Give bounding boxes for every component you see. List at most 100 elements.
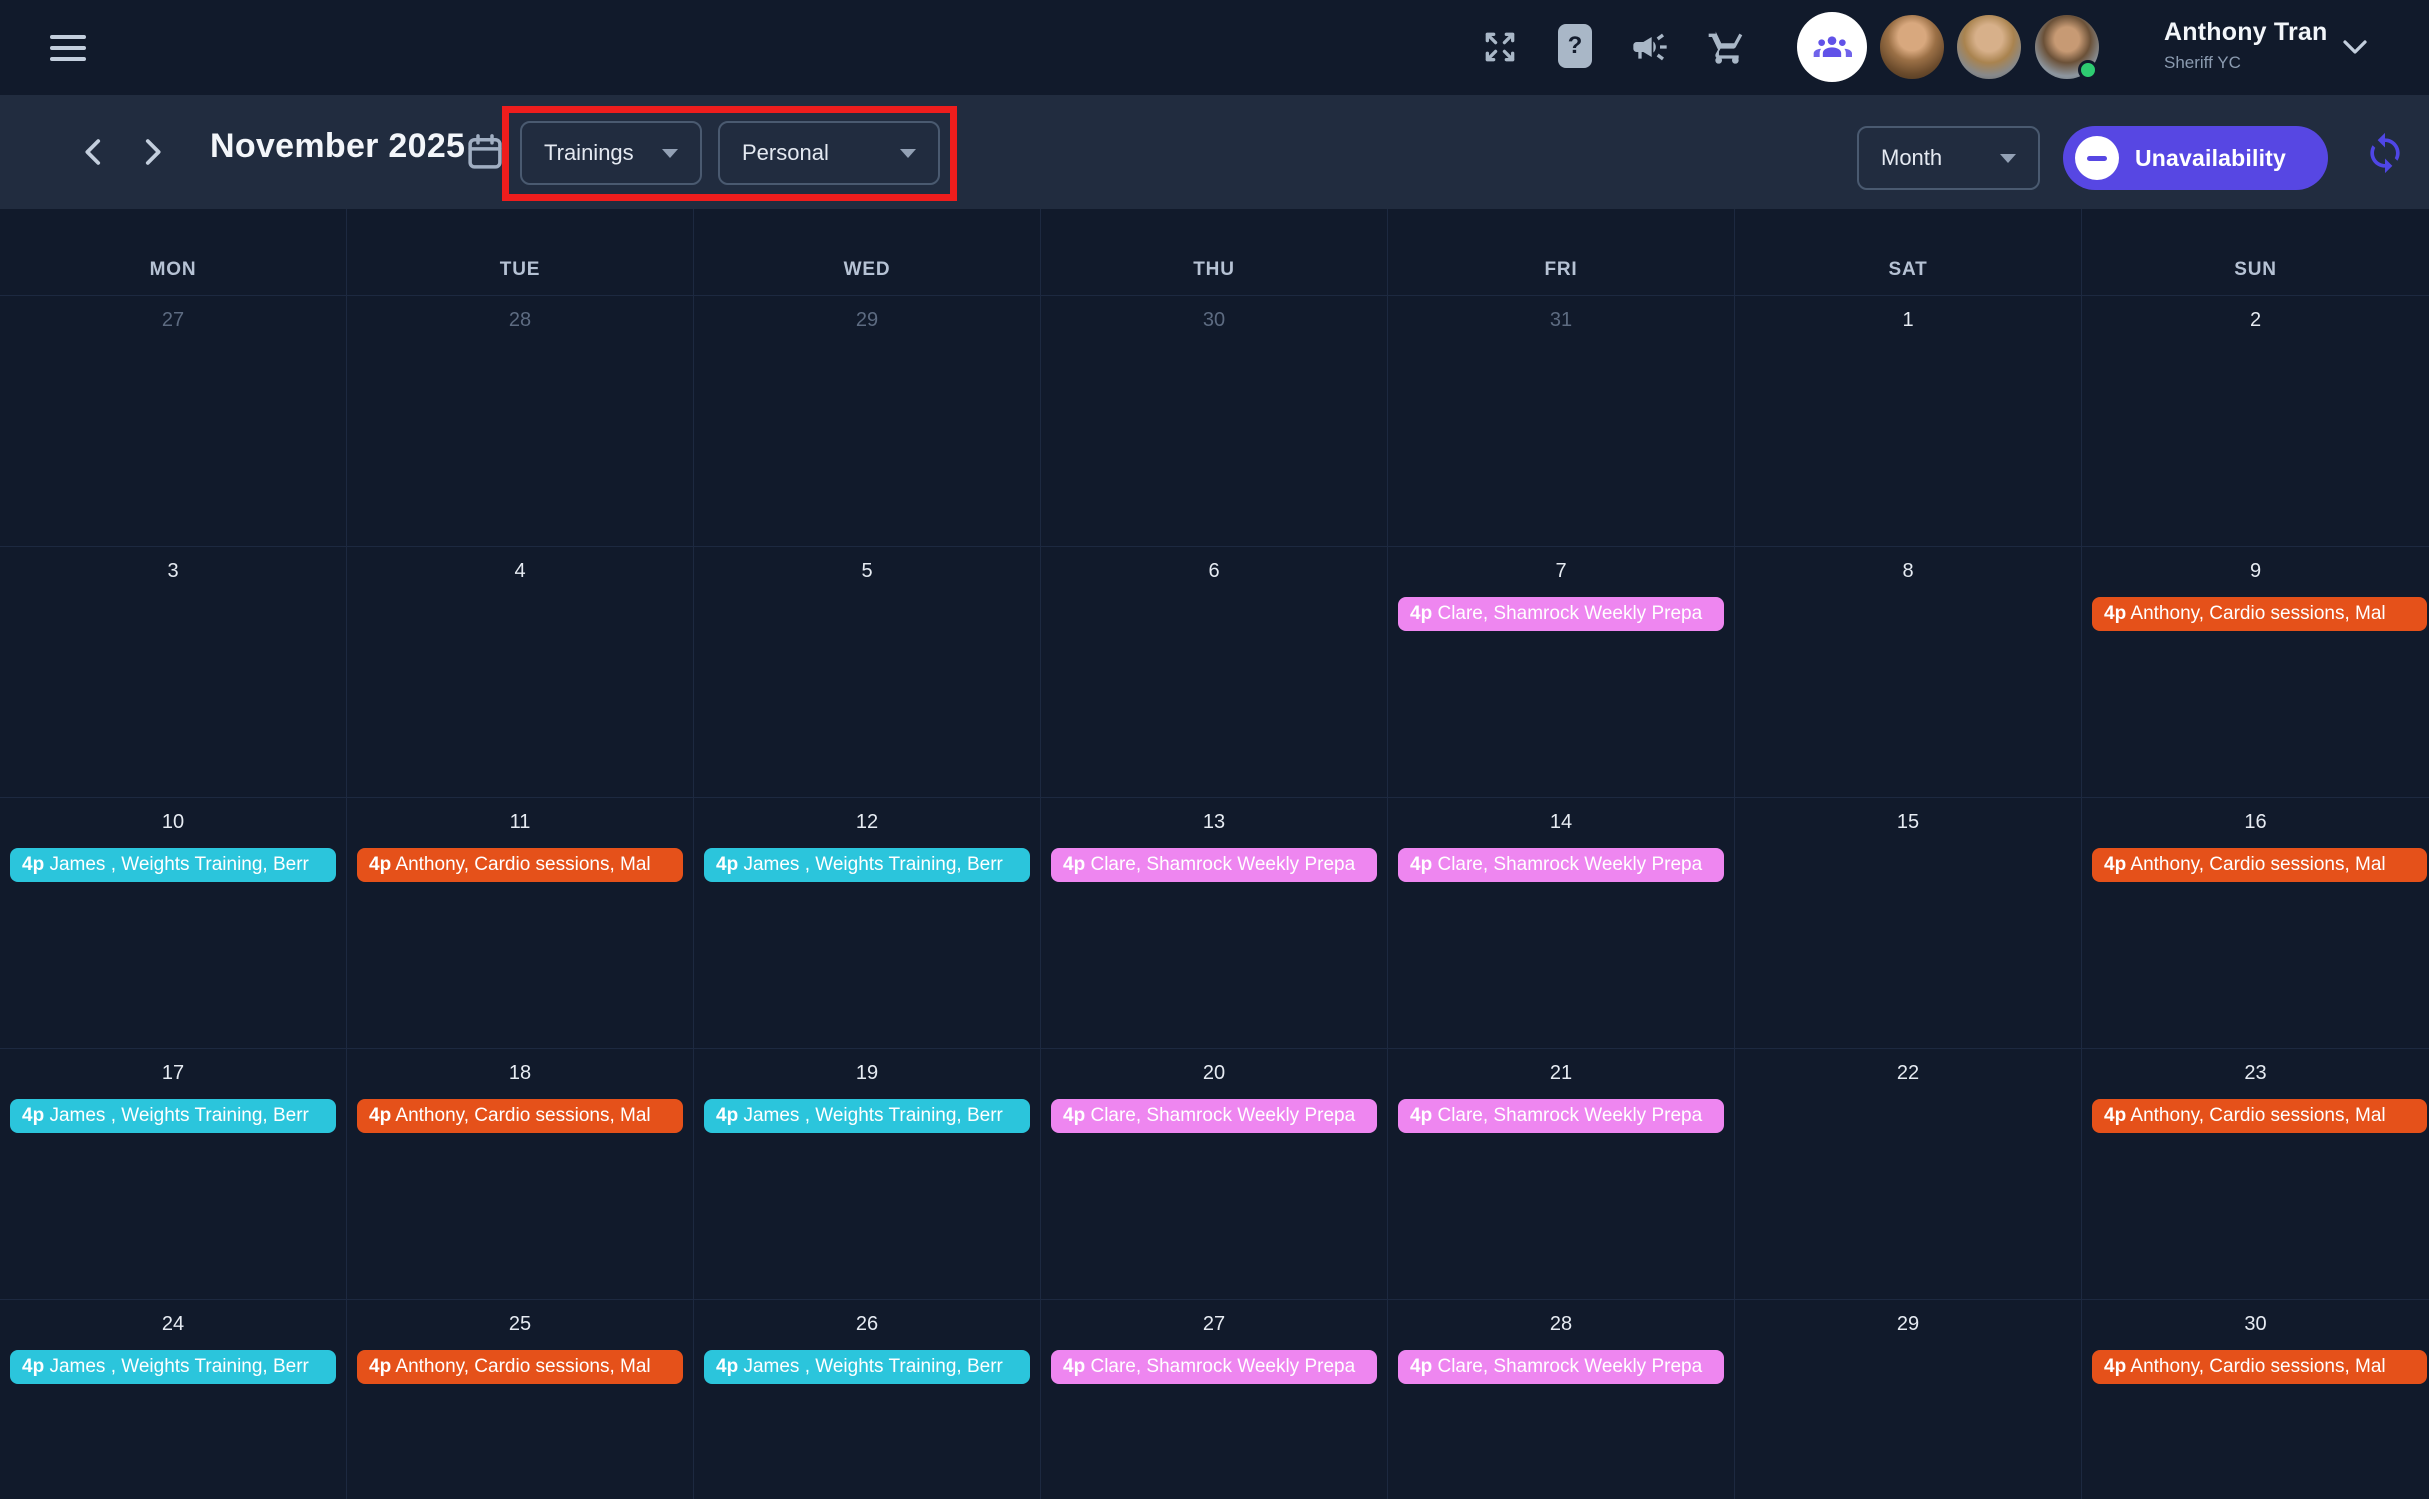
day-cell[interactable]: 28 bbox=[347, 296, 694, 546]
day-cell[interactable]: 254p Anthony, Cardio sessions, Mal bbox=[347, 1300, 694, 1499]
event-pill[interactable]: 4p James , Weights Training, Berr bbox=[10, 1099, 336, 1133]
day-cell[interactable]: 31 bbox=[1388, 296, 1735, 546]
fullscreen-icon[interactable] bbox=[1479, 26, 1521, 68]
event-pill[interactable]: 4p Anthony, Cardio sessions, Mal bbox=[357, 1099, 683, 1133]
day-cell[interactable]: 164p Anthony, Cardio sessions, Mal bbox=[2082, 798, 2429, 1048]
event-pill[interactable]: 4p Anthony, Cardio sessions, Mal bbox=[2092, 597, 2427, 631]
event-title: James , Weights Training, Berr bbox=[44, 1105, 309, 1126]
avatar[interactable] bbox=[1957, 15, 2021, 79]
day-cell[interactable]: 29 bbox=[694, 296, 1041, 546]
event-title: Anthony, Cardio sessions, Mal bbox=[391, 1356, 650, 1377]
minus-circle-icon bbox=[2075, 136, 2119, 180]
day-cell[interactable]: 134p Clare, Shamrock Weekly Prepa bbox=[1041, 798, 1388, 1048]
menu-icon[interactable] bbox=[50, 28, 94, 68]
day-cell[interactable]: 22 bbox=[1735, 1049, 2082, 1299]
day-number: 1 bbox=[1735, 309, 2081, 332]
day-cell[interactable]: 30 bbox=[1041, 296, 1388, 546]
caret-down-icon bbox=[662, 149, 678, 158]
day-cell[interactable]: 18 4p Anthony, Cardio sessions, Mal bbox=[347, 1049, 694, 1299]
event-pill[interactable]: 4p Clare, Shamrock Weekly Prepa bbox=[1398, 1099, 1724, 1133]
week-row: 24 4p James , Weights Training, Berr 254p … bbox=[0, 1299, 2429, 1499]
day-cell[interactable]: 6 bbox=[1041, 547, 1388, 797]
week-row: 272829303112 bbox=[0, 295, 2429, 546]
event-pill[interactable]: 4p James , Weights Training, Berr bbox=[704, 1099, 1030, 1133]
event-pill[interactable]: 4p Clare, Shamrock Weekly Prepa bbox=[1398, 848, 1724, 882]
day-cell[interactable]: 2 bbox=[2082, 296, 2429, 546]
avatar[interactable] bbox=[1880, 15, 1944, 79]
event-pill[interactable]: 4p Clare, Shamrock Weekly Prepa bbox=[1051, 1350, 1377, 1384]
day-cell[interactable]: 4 bbox=[347, 547, 694, 797]
day-number: 8 bbox=[1735, 560, 2081, 583]
day-cell[interactable]: 24 4p James , Weights Training, Berr bbox=[0, 1300, 347, 1499]
event-title: Anthony, Cardio sessions, Mal bbox=[391, 1105, 650, 1126]
event-pill[interactable]: 4p Clare, Shamrock Weekly Prepa bbox=[1051, 1099, 1377, 1133]
day-cell[interactable]: 194p James , Weights Training, Berr bbox=[694, 1049, 1041, 1299]
day-number: 24 bbox=[0, 1313, 346, 1336]
day-cell[interactable]: 304p Anthony, Cardio sessions, Mal bbox=[2082, 1300, 2429, 1499]
day-cell[interactable]: 29 bbox=[1735, 1300, 2082, 1499]
day-cell[interactable]: 1 bbox=[1735, 296, 2082, 546]
day-cell[interactable]: 27 bbox=[0, 296, 347, 546]
team-avatar[interactable] bbox=[1797, 12, 1867, 82]
event-pill[interactable]: 4p Anthony, Cardio sessions, Mal bbox=[2092, 1350, 2427, 1384]
next-month-button[interactable] bbox=[134, 132, 174, 172]
day-number: 28 bbox=[347, 309, 693, 332]
caret-down-icon bbox=[900, 149, 916, 158]
user-menu[interactable]: Anthony Tran Sheriff YC bbox=[2164, 18, 2328, 73]
day-cell[interactable]: 174p James , Weights Training, Berr bbox=[0, 1049, 347, 1299]
day-cell[interactable]: 15 bbox=[1735, 798, 2082, 1048]
day-cell[interactable]: 144p Clare, Shamrock Weekly Prepa bbox=[1388, 798, 1735, 1048]
day-cell[interactable]: 5 bbox=[694, 547, 1041, 797]
week-row: 104p James , Weights Training, Berr11 4p … bbox=[0, 797, 2429, 1048]
day-number: 18 bbox=[347, 1062, 693, 1085]
chevron-down-icon[interactable] bbox=[2340, 36, 2370, 63]
day-number: 11 bbox=[347, 811, 693, 834]
weeks: 272829303112345674p Clare, Shamrock Week… bbox=[0, 295, 2429, 1499]
weekday-label: MON bbox=[0, 209, 347, 295]
day-cell[interactable]: 124p James , Weights Training, Berr bbox=[694, 798, 1041, 1048]
prev-month-button[interactable] bbox=[72, 132, 112, 172]
event-pill[interactable]: 4p James , Weights Training, Berr bbox=[704, 848, 1030, 882]
event-pill[interactable]: 4p Clare, Shamrock Weekly Prepa bbox=[1398, 1350, 1724, 1384]
day-cell[interactable]: 74p Clare, Shamrock Weekly Prepa bbox=[1388, 547, 1735, 797]
event-pill[interactable]: 4p Anthony, Cardio sessions, Mal bbox=[357, 1350, 683, 1384]
day-cell[interactable]: 3 bbox=[0, 547, 347, 797]
view-dropdown-month[interactable]: Month bbox=[1857, 126, 2040, 190]
day-number: 4 bbox=[347, 560, 693, 583]
day-cell[interactable]: 204p Clare, Shamrock Weekly Prepa bbox=[1041, 1049, 1388, 1299]
cart-icon[interactable] bbox=[1706, 26, 1748, 68]
day-cell[interactable]: 264p James , Weights Training, Berr bbox=[694, 1300, 1041, 1499]
event-pill[interactable]: 4p Clare, Shamrock Weekly Prepa bbox=[1051, 848, 1377, 882]
announcements-icon[interactable] bbox=[1629, 26, 1671, 68]
event-title: Anthony, Cardio sessions, Mal bbox=[391, 854, 650, 875]
unavailability-button[interactable]: Unavailability bbox=[2063, 126, 2328, 190]
day-number: 29 bbox=[694, 309, 1040, 332]
event-time: 4p bbox=[1410, 1356, 1432, 1377]
event-time: 4p bbox=[716, 1356, 738, 1377]
event-pill[interactable]: 4p Anthony, Cardio sessions, Mal bbox=[357, 848, 683, 882]
calendar-icon[interactable] bbox=[464, 131, 506, 178]
weekday-label: TUE bbox=[347, 209, 694, 295]
filter-dropdown-trainings[interactable]: Trainings bbox=[520, 121, 702, 185]
day-cell[interactable]: 104p James , Weights Training, Berr bbox=[0, 798, 347, 1048]
filter-dropdown-personal[interactable]: Personal bbox=[718, 121, 940, 185]
event-pill[interactable]: 4p James , Weights Training, Berr bbox=[704, 1350, 1030, 1384]
day-cell[interactable]: 214p Clare, Shamrock Weekly Prepa bbox=[1388, 1049, 1735, 1299]
event-pill[interactable]: 4p Anthony, Cardio sessions, Mal bbox=[2092, 848, 2427, 882]
week-row: 174p James , Weights Training, Berr18 4p … bbox=[0, 1048, 2429, 1299]
event-pill[interactable]: 4p Clare, Shamrock Weekly Prepa bbox=[1398, 597, 1724, 631]
event-pill[interactable]: 4p Anthony, Cardio sessions, Mal bbox=[2092, 1099, 2427, 1133]
day-cell[interactable]: 8 bbox=[1735, 547, 2082, 797]
online-status-dot bbox=[2078, 60, 2098, 80]
sync-icon[interactable] bbox=[2363, 131, 2407, 175]
day-cell[interactable]: 11 4p Anthony, Cardio sessions, Mal bbox=[347, 798, 694, 1048]
day-number: 28 bbox=[1388, 1313, 1734, 1336]
help-icon[interactable]: ? bbox=[1558, 24, 1592, 68]
event-pill[interactable]: 4p James , Weights Training, Berr bbox=[10, 848, 336, 882]
day-cell[interactable]: 274p Clare, Shamrock Weekly Prepa bbox=[1041, 1300, 1388, 1499]
event-title: Clare, Shamrock Weekly Prepa bbox=[1432, 1356, 1702, 1377]
day-cell[interactable]: 234p Anthony, Cardio sessions, Mal bbox=[2082, 1049, 2429, 1299]
day-cell[interactable]: 28 4p Clare, Shamrock Weekly Prepa bbox=[1388, 1300, 1735, 1499]
day-cell[interactable]: 94p Anthony, Cardio sessions, Mal bbox=[2082, 547, 2429, 797]
event-pill[interactable]: 4p James , Weights Training, Berr bbox=[10, 1350, 336, 1384]
